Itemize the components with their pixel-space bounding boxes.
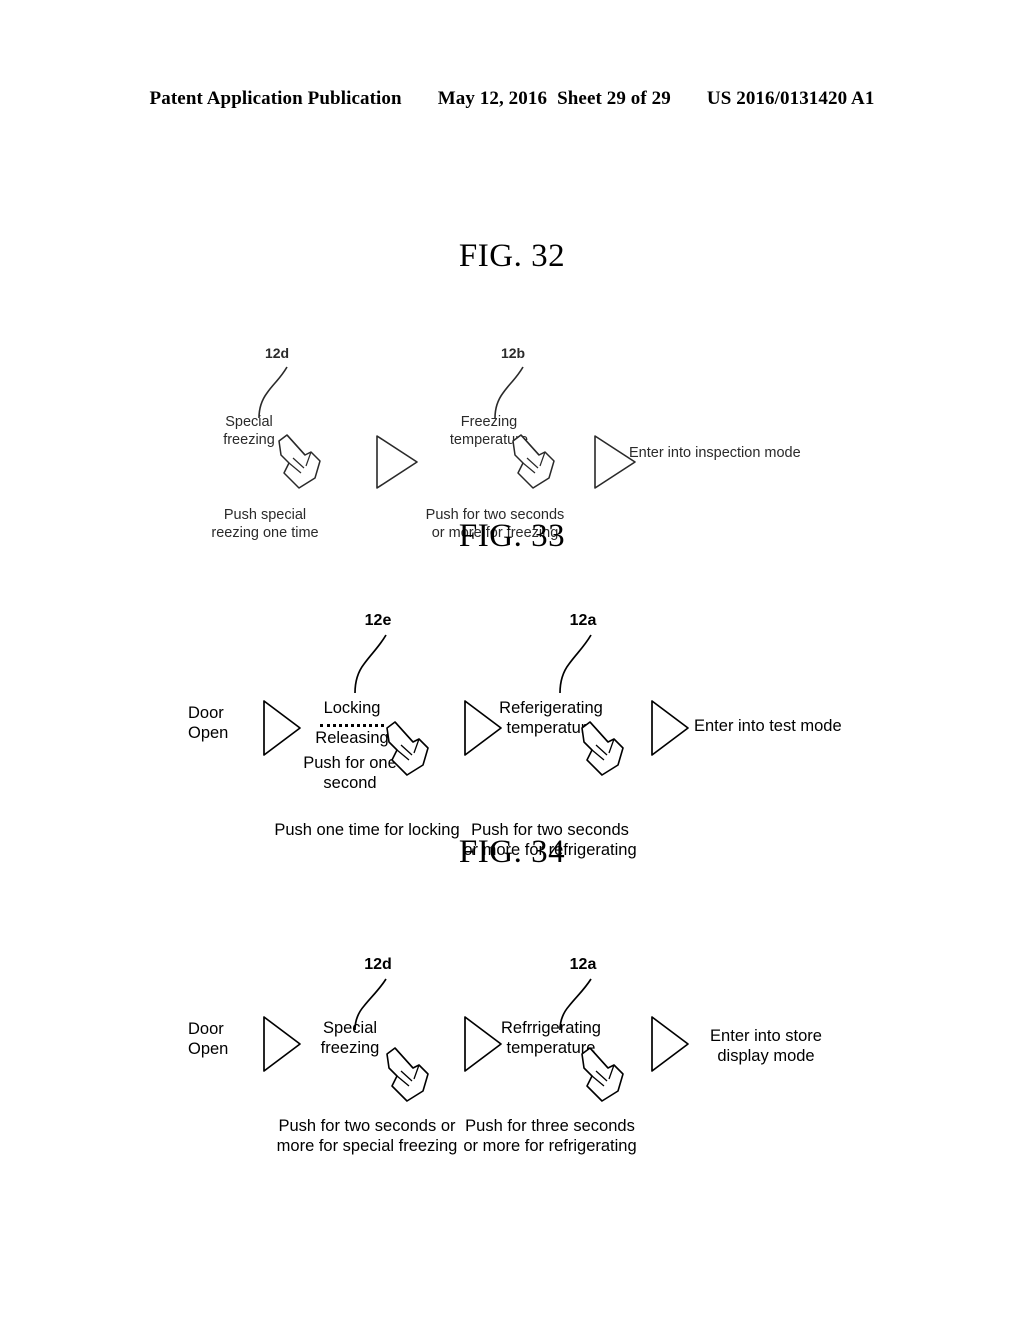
pointing-hand-icon (509, 433, 561, 491)
fig34-caption-2: Push for three seconds or more for refri… (463, 1117, 637, 1156)
figure-33-canvas: 12e 12a Door Open Locking Releasing Push… (0, 555, 1024, 859)
fig34-result-text: Enter into store display mode (710, 1027, 822, 1066)
arrow-right-icon (649, 698, 691, 758)
pointing-hand-icon (275, 433, 327, 491)
figure-32-canvas: 12d 12b Special freezing Push special re… (0, 275, 1024, 550)
figure-32-title: FIG. 32 (458, 238, 566, 274)
figure-34-canvas: 12d 12a Door Open Special freezing Push … (0, 871, 1024, 1171)
pointing-hand-icon (383, 1046, 435, 1104)
page-header: Patent Application Publication May 12, 2… (0, 88, 1024, 110)
figure-34: FIG. 34 12d 12a Door Open Special freezi… (0, 834, 1024, 1171)
pointing-hand-icon (578, 720, 630, 778)
fig33-step-locking-label[interactable]: Locking (287, 698, 417, 718)
pointing-hand-icon (578, 1046, 630, 1104)
fig34-ref-12a: 12a (569, 956, 597, 973)
figure-33: FIG. 33 12e 12a Door Open Locking Releas… (0, 518, 1024, 859)
figure-32: FIG. 32 12d 12b Special freezing Push sp… (0, 238, 1024, 550)
fig32-leader-12b (490, 365, 530, 420)
figure-34-title: FIG. 34 (458, 834, 566, 870)
header-document-number: US 2016/0131420 A1 (706, 88, 875, 109)
header-sheet-number: Sheet 29 of 29 (557, 88, 671, 109)
header-date: May 12, 2016 (437, 88, 548, 109)
figure-33-title: FIG. 33 (458, 518, 566, 554)
fig33-result-text: Enter into test mode (694, 717, 842, 735)
pointing-hand-icon (383, 720, 435, 778)
fig32-leader-12d (254, 365, 294, 420)
fig34-ref-12d: 12d (364, 956, 392, 973)
fig33-leader-12a (555, 633, 597, 695)
fig33-locking-releasing-divider (320, 724, 384, 727)
fig33-ref-12a: 12a (569, 612, 597, 629)
fig33-leader-12e (350, 633, 392, 695)
fig32-result-text: Enter into inspection mode (629, 445, 801, 461)
fig32-ref-12b: 12b (500, 345, 526, 361)
header-publication-title: Patent Application Publication (149, 88, 402, 109)
fig33-ref-12e: 12e (364, 612, 392, 629)
fig32-ref-12d: 12d (264, 345, 290, 361)
